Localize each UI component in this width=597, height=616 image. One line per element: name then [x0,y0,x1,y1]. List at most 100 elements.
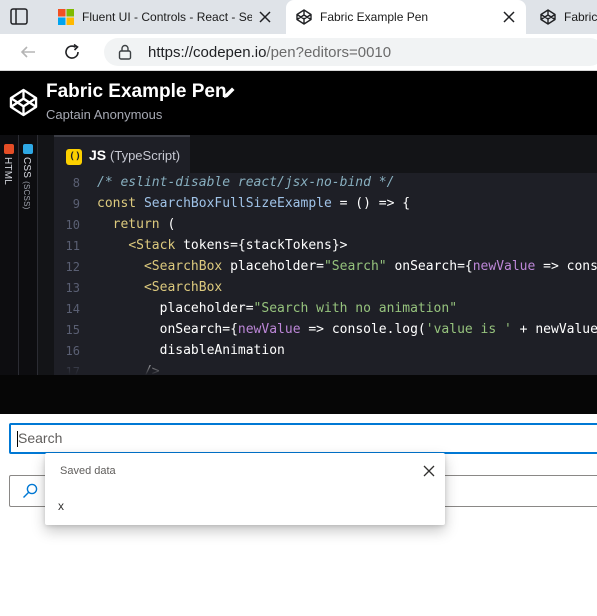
js-badge-icon: () [66,149,82,165]
line-number: 10 [65,218,80,232]
pencil-icon[interactable] [221,85,237,101]
tab-actions-icon[interactable] [10,8,28,25]
code-token: <SearchBox [143,259,231,274]
css-label: CSS [21,157,32,179]
code-token: ={ [457,259,473,274]
code-line[interactable]: 14 placeholder="Search with no animation… [54,299,597,320]
code-line[interactable]: 10 return ( [54,215,597,236]
code-token: = [316,259,324,274]
line-number: 15 [65,323,80,337]
tab-fluent-ui[interactable]: Fluent UI - Controls - React - Search [48,0,282,34]
search-input[interactable]: Search [18,430,62,446]
code-token: placeholder [230,259,317,274]
code-token: = () => { [331,196,411,211]
code-token: "Search" [323,259,387,274]
js-tab-label: JS (TypeScript) [89,147,180,163]
url-path: /pen?editors=0010 [266,44,392,61]
css-sub-label: (SCSS) [22,181,31,210]
code-text: const SearchBoxFullSizeExample = () => { [97,196,410,211]
code-token: + newValue)} [519,322,597,337]
saved-data-callout: Saved data x [45,453,445,525]
line-number: 14 [65,302,80,316]
code-line[interactable]: 13 <SearchBox [54,278,597,299]
tab-fabric[interactable]: Fabric [530,0,597,34]
editor-resize-bar[interactable] [0,375,597,414]
close-tab-icon[interactable] [258,10,272,24]
codepen-logo-icon[interactable] [9,88,38,117]
browser-tab-bar: Fluent UI - Controls - React - Search Fa… [0,0,597,34]
js-editor-tab-bar: () JS (TypeScript) [54,135,597,173]
code-line[interactable]: 8 /* eslint-disable react/jsx-no-bind */ [54,173,597,194]
code-token: onSearch [159,322,223,337]
code-text: onSearch={newValue => console.log('value… [97,322,597,337]
code-line[interactable]: 12 <SearchBox placeholder="Search" onSea… [54,257,597,278]
line-number: 8 [72,176,80,190]
code-fade [54,357,597,375]
js-editor-tab[interactable]: () JS (TypeScript) [54,135,190,173]
code-token: ={ [222,322,238,337]
line-number: 9 [72,197,80,211]
code-token: => console.log( [543,259,597,274]
saved-data-item[interactable]: x [58,499,64,513]
html-editor-collapsed[interactable]: HTML [0,135,19,375]
code-token: <Stack [128,238,184,253]
code-token: tokens [183,238,231,253]
code-text: /* eslint-disable react/jsx-no-bind */ [97,175,394,190]
search-box[interactable]: Search [9,423,597,454]
code-text: <SearchBox [97,280,222,295]
line-number: 13 [65,281,80,295]
code-token: return [112,217,160,232]
css-badge-icon [23,144,33,154]
back-arrow-icon[interactable] [18,42,38,62]
code-line[interactable]: 9 const SearchBoxFullSizeExample = () => … [54,194,597,215]
pen-author[interactable]: Captain Anonymous [46,107,162,122]
code-token: placeholder [159,301,246,316]
code-token: disableAnimation [159,343,285,358]
pen-title[interactable]: Fabric Example Pen [46,81,227,103]
code-token: ={stackTokens}> [230,238,348,253]
line-number: 16 [65,344,80,358]
code-line[interactable]: 15 onSearch={newValue => console.log('va… [54,320,597,341]
code-token: <SearchBox [143,280,223,295]
code-token: SearchBoxFullSizeExample [143,196,332,211]
html-badge-icon [4,144,14,154]
tab-fabric-example-pen[interactable]: Fabric Example Pen [286,0,526,34]
code-text: <Stack tokens={stackTokens}> [97,238,347,253]
code-editor-area: HTML CSS (SCSS) () JS (TypeScript) 8 /* e… [0,135,597,375]
code-text: disableAnimation [97,343,285,358]
close-tab-icon[interactable] [502,10,516,24]
code-text: <SearchBox placeholder="Search" onSearch… [97,259,597,274]
codepen-logo-icon [296,9,312,25]
code-token: = [245,301,254,316]
code-token: newValue [472,259,536,274]
tab-label: Fluent UI - Controls - React - Search [82,10,252,24]
html-editor-label: HTML [2,157,13,186]
lock-icon[interactable] [118,44,132,60]
address-bar: https://codepen.io/pen?editors=0010 [0,34,597,71]
code-token: => console.log( [300,322,426,337]
codepen-header: Fabric Example Pen Captain Anonymous [0,71,597,135]
code-token: onSearch [394,259,458,274]
code-text: placeholder="Search with no animation" [97,301,457,316]
code-token: "Search with no animation" [253,301,458,316]
tab-label: Fabric Example Pen [320,10,429,24]
callout-title: Saved data [60,465,116,477]
code-line[interactable]: 11 <Stack tokens={stackTokens}> [54,236,597,257]
close-icon[interactable] [422,464,436,478]
reload-icon[interactable] [62,42,82,62]
codepen-logo-icon [540,9,556,25]
url-text: https://codepen.io/pen?editors=0010 [148,44,391,61]
line-number: 12 [65,260,80,274]
url-field[interactable]: https://codepen.io/pen?editors=0010 [104,38,597,66]
code-text: return ( [97,217,176,232]
js-code[interactable]: 8 /* eslint-disable react/jsx-no-bind */ 9… [54,173,597,375]
css-editor-collapsed[interactable]: CSS (SCSS) [19,135,38,375]
editor-divider[interactable] [38,135,54,375]
code-token: /* eslint-disable react/jsx-no-bind */ [97,175,395,190]
